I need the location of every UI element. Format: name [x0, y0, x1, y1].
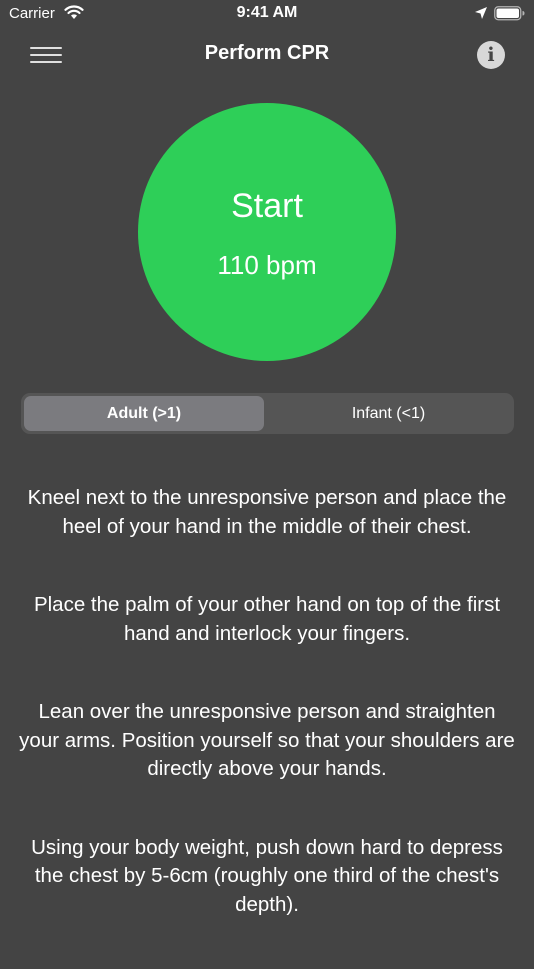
instruction-step-2: Place the palm of your other hand on top… — [33, 593, 501, 645]
instructions-list: Kneel next to the unresponsive person an… — [18, 484, 516, 969]
status-time: 9:41 AM — [236, 4, 298, 21]
location-icon — [474, 6, 488, 25]
instruction-step-1: Kneel next to the unresponsive person an… — [27, 486, 507, 538]
battery-icon — [494, 6, 526, 26]
bpm-label: 110 bpm — [217, 250, 317, 280]
instruction-step-3: Lean over the unresponsive person and st… — [19, 700, 515, 780]
page-title: Perform CPR — [204, 42, 330, 64]
instruction-step-4: Using your body weight, push down hard t… — [31, 835, 503, 916]
info-icon[interactable]: i — [477, 41, 505, 69]
age-segmented-control: Adult (>1) Infant (<1) — [21, 393, 514, 434]
start-label: Start — [231, 187, 303, 225]
segment-adult[interactable]: Adult (>1) — [24, 396, 264, 431]
status-bar: Carrier 9:41 AM — [0, 0, 534, 28]
navigation-bar: Perform CPR i — [0, 28, 534, 80]
start-metronome-button[interactable]: Start 110 bpm — [138, 103, 396, 361]
segment-infant[interactable]: Infant (<1) — [266, 396, 511, 431]
